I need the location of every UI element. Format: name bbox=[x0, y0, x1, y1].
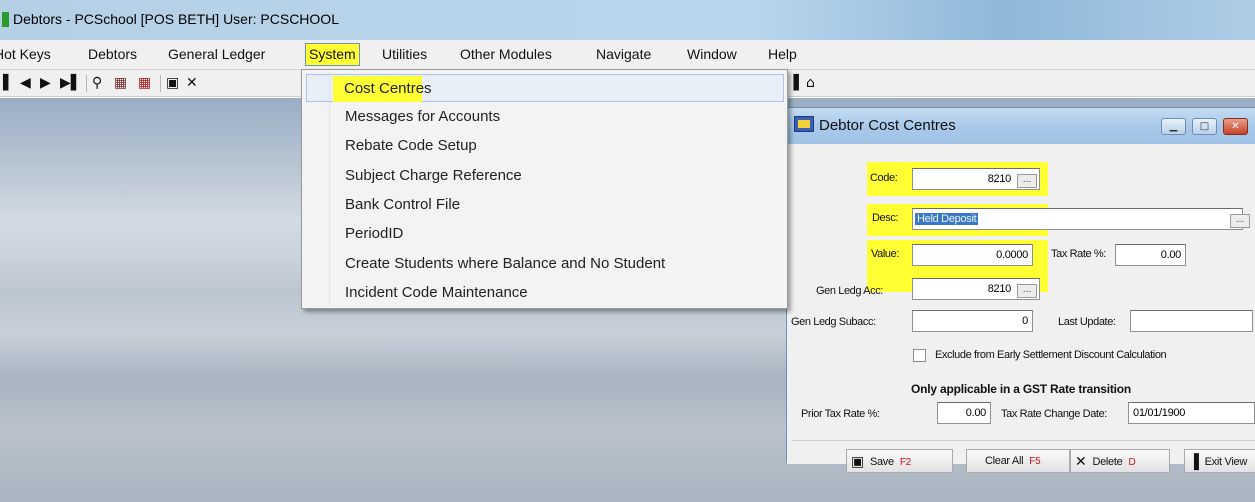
delete-button-label: Delete bbox=[1092, 456, 1123, 468]
exit-view-button-label: Exit View bbox=[1204, 456, 1248, 468]
tax-rate-change-date-label: Tax Rate Change Date: bbox=[1001, 408, 1107, 420]
grid-icon[interactable]: ▦ bbox=[114, 74, 127, 92]
search-icon[interactable]: ⚲ bbox=[92, 74, 102, 92]
debtor-cost-centres-window: Debtor Cost Centres ▁ □ ✕ Code: 8210 ...… bbox=[786, 107, 1255, 473]
house-icon[interactable]: ⌂ bbox=[806, 74, 815, 92]
menu-item-bank-control-file[interactable]: Bank Control File bbox=[345, 196, 460, 213]
prev-record-icon[interactable]: ◀ bbox=[20, 74, 31, 92]
value-label: Value: bbox=[871, 248, 899, 260]
prior-tax-rate-field[interactable]: 0.00 bbox=[937, 402, 991, 424]
menu-utilities[interactable]: Utilities bbox=[382, 46, 427, 62]
save-button[interactable]: ▣ Save F2 bbox=[846, 449, 953, 473]
menu-other-modules[interactable]: Other Modules bbox=[460, 46, 552, 62]
menu-system[interactable]: System bbox=[305, 43, 360, 66]
gen-ledg-subacc-field[interactable]: 0 bbox=[912, 310, 1033, 332]
toolbar-separator bbox=[160, 75, 161, 92]
gen-ledg-acc-label: Gen Ledg Acc: bbox=[816, 285, 883, 297]
exit-view-button[interactable]: ▐ Exit View bbox=[1184, 449, 1255, 473]
clear-all-button[interactable]: Clear All F5 bbox=[966, 449, 1070, 473]
window-title: Debtors - PCSchool [POS BETH] User: PCSC… bbox=[13, 11, 339, 27]
toolbar-separator bbox=[86, 75, 87, 92]
desc-lookup-button[interactable]: ... bbox=[1230, 214, 1250, 228]
delete-hotkey: D bbox=[1128, 457, 1136, 468]
menu-help[interactable]: Help bbox=[768, 46, 797, 62]
menu-item-cost-centres[interactable]: Cost Centres bbox=[333, 76, 432, 102]
menu-item-create-students[interactable]: Create Students where Balance and No Stu… bbox=[345, 255, 665, 272]
code-lookup-button[interactable]: ... bbox=[1017, 174, 1037, 188]
clear-all-button-label: Clear All bbox=[985, 455, 1024, 467]
tax-rate-field[interactable]: 0.00 bbox=[1115, 244, 1186, 266]
menu-hot-keys[interactable]: Hot Keys bbox=[0, 46, 51, 62]
desc-field[interactable]: Held Deposit bbox=[912, 208, 1243, 230]
desc-selected-text: Held Deposit bbox=[915, 213, 979, 225]
door-exit-icon[interactable]: ▐ bbox=[788, 74, 799, 92]
menu-general-ledger[interactable]: General Ledger bbox=[168, 46, 265, 62]
save-hotkey: F2 bbox=[899, 457, 911, 468]
menu-navigate[interactable]: Navigate bbox=[596, 46, 651, 62]
menu-item-incident-code-maintenance[interactable]: Incident Code Maintenance bbox=[345, 284, 528, 301]
last-update-label: Last Update: bbox=[1058, 316, 1116, 328]
tax-rate-label: Tax Rate %: bbox=[1051, 248, 1106, 260]
menu-item-subject-charge-reference[interactable]: Subject Charge Reference bbox=[345, 167, 522, 184]
close-button[interactable]: ✕ bbox=[1223, 118, 1248, 135]
first-record-icon[interactable]: ▌ bbox=[3, 74, 14, 92]
exclude-early-settlement-label: Exclude from Early Settlement Discount C… bbox=[935, 349, 1167, 361]
minimize-button[interactable]: ▁ bbox=[1161, 118, 1186, 135]
gst-transition-note: Only applicable in a GST Rate transition bbox=[911, 382, 1132, 396]
child-window-title: Debtor Cost Centres bbox=[819, 117, 956, 134]
door-exit-icon: ▐ bbox=[1189, 453, 1199, 469]
maximize-button[interactable]: □ bbox=[1192, 118, 1217, 135]
grid-red-icon[interactable]: ▦ bbox=[138, 74, 151, 92]
menu-item-periodid[interactable]: PeriodID bbox=[345, 225, 403, 242]
desc-label: Desc: bbox=[872, 212, 899, 224]
system-dropdown-menu: Cost Centres Messages for Accounts Rebat… bbox=[301, 69, 788, 309]
action-button-bar: ▣ Save F2 Clear All F5 ✕ Delete D ▐ Exit View bbox=[792, 440, 1255, 473]
last-update-field[interactable] bbox=[1130, 310, 1253, 332]
app-icon bbox=[2, 12, 9, 27]
save-icon[interactable]: ▣ bbox=[166, 74, 179, 92]
delete-icon[interactable]: ✕ bbox=[186, 74, 198, 92]
tax-rate-change-date-field[interactable]: 01/01/1900 bbox=[1128, 402, 1255, 424]
save-button-label: Save bbox=[869, 456, 894, 468]
exclude-early-settlement-checkbox[interactable] bbox=[913, 349, 926, 362]
cost-centre-window-icon bbox=[794, 116, 814, 132]
prior-tax-rate-label: Prior Tax Rate %: bbox=[801, 408, 880, 420]
cost-centre-form: Code: 8210 ... Desc: Held Deposit ... Va… bbox=[787, 144, 1255, 473]
code-label: Code: bbox=[870, 172, 898, 184]
menu-window[interactable]: Window bbox=[687, 46, 737, 62]
menu-gutter bbox=[329, 72, 330, 306]
menu-item-rebate-code-setup[interactable]: Rebate Code Setup bbox=[345, 137, 477, 154]
gen-ledg-acc-lookup-button[interactable]: ... bbox=[1017, 284, 1037, 298]
value-field[interactable]: 0.0000 bbox=[912, 244, 1033, 266]
menu-debtors[interactable]: Debtors bbox=[88, 46, 137, 62]
delete-button[interactable]: ✕ Delete D bbox=[1070, 449, 1170, 473]
menu-item-messages-for-accounts[interactable]: Messages for Accounts bbox=[345, 108, 500, 125]
menu-bar: Hot Keys Debtors General Ledger System U… bbox=[0, 40, 1255, 70]
floppy-icon: ▣ bbox=[851, 453, 864, 469]
next-record-icon[interactable]: ▶ bbox=[40, 74, 51, 92]
gen-ledg-subacc-label: Gen Ledg Subacc: bbox=[791, 316, 876, 328]
main-title-bar: Debtors - PCSchool [POS BETH] User: PCSC… bbox=[0, 0, 1255, 40]
clear-all-hotkey: F5 bbox=[1029, 456, 1041, 467]
x-delete-icon: ✕ bbox=[1075, 453, 1087, 469]
child-title-bar: Debtor Cost Centres ▁ □ ✕ bbox=[787, 108, 1255, 144]
last-record-icon[interactable]: ▶▌ bbox=[60, 74, 82, 92]
